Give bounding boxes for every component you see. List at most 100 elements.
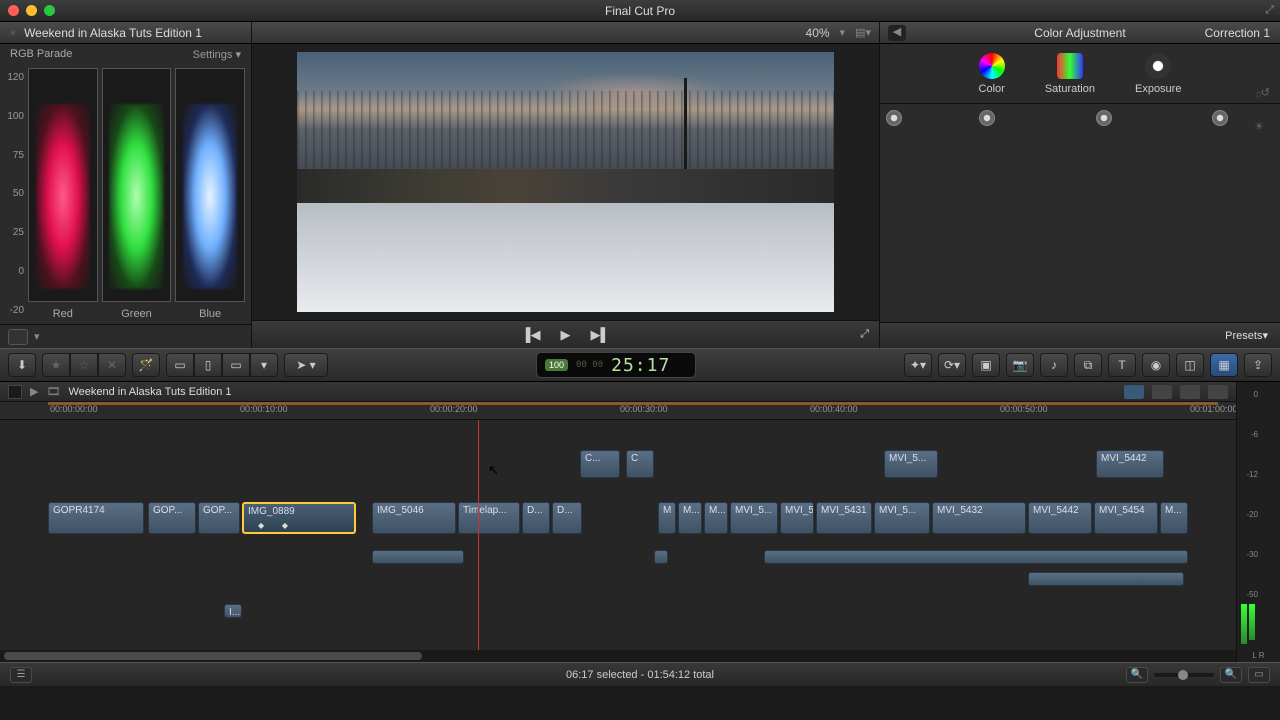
- ruler-mark: 00:00:10:00: [240, 404, 288, 414]
- timeline-history-icon[interactable]: ▶: [30, 385, 38, 398]
- timeline-index-button[interactable]: [8, 385, 22, 399]
- highlights-puck[interactable]: [1212, 110, 1228, 126]
- effects-button[interactable]: ▦: [1210, 353, 1238, 377]
- scope-blue: [175, 68, 245, 302]
- exposure-tab[interactable]: Exposure: [1135, 53, 1181, 95]
- next-edit-button[interactable]: ▶▌: [591, 327, 610, 343]
- reject-button[interactable]: ✕: [98, 353, 126, 377]
- timecode-value: 25:17: [611, 355, 670, 376]
- timeline-clip[interactable]: MVI_5...: [780, 502, 814, 534]
- saturation-tab[interactable]: Saturation: [1045, 53, 1095, 95]
- timeline-clip[interactable]: [372, 550, 464, 564]
- timeline-tracks[interactable]: ↖ C...CMVI_5...MVI_5442GOPR4174GOP...GOP…: [0, 420, 1236, 650]
- library-button[interactable]: ▣: [972, 353, 1000, 377]
- color-tab[interactable]: Color: [979, 53, 1005, 95]
- timeline-clip[interactable]: I...: [224, 604, 242, 618]
- timeline-name: Weekend in Alaska Tuts Edition 1: [68, 386, 231, 398]
- timeline-clip[interactable]: C...: [580, 450, 620, 478]
- themes-button[interactable]: ◫: [1176, 353, 1204, 377]
- snapping-button[interactable]: [1208, 385, 1228, 399]
- favorite-button[interactable]: ☆: [70, 353, 98, 377]
- playhead[interactable]: [478, 420, 479, 650]
- timeline-clip[interactable]: MVI_5442: [1096, 450, 1164, 478]
- fullscreen-button[interactable]: ⤢: [860, 328, 869, 341]
- view-options-icon[interactable]: ▤▾: [855, 26, 871, 39]
- main-toolbar: ⬇ ★ ☆ ✕ 🪄 ▭ ▯ ▭ ▾ ➤ ▾ 100 00 00 25:17 ✦▾…: [0, 348, 1280, 382]
- prev-edit-button[interactable]: ▐◀: [521, 327, 540, 343]
- timeline-clip[interactable]: Timelap...: [458, 502, 520, 534]
- share-button[interactable]: ⇪: [1244, 353, 1272, 377]
- photos-button[interactable]: 📷: [1006, 353, 1034, 377]
- timeline-scrollbar[interactable]: [0, 650, 1236, 662]
- timecode-display[interactable]: 100 00 00 25:17: [536, 352, 696, 378]
- import-button[interactable]: ⬇: [8, 353, 36, 377]
- project-name: Weekend in Alaska Tuts Edition 1: [24, 26, 202, 40]
- overwrite-dropdown[interactable]: ▾: [250, 353, 278, 377]
- scope-y-axis: 12010075 50250 -20: [0, 64, 28, 324]
- timeline-clip[interactable]: [1028, 572, 1184, 586]
- filmstrip-icon: 🎞: [46, 385, 60, 398]
- timeline-clip[interactable]: IMG_0889◆ ◆: [242, 502, 356, 534]
- timeline-clip[interactable]: C: [626, 450, 654, 478]
- timeline-clip[interactable]: GOPR4174: [48, 502, 144, 534]
- skimming-button[interactable]: [1124, 385, 1144, 399]
- transitions-button[interactable]: ⧉: [1074, 353, 1102, 377]
- titles-button[interactable]: T: [1108, 353, 1136, 377]
- connect-button[interactable]: ▭: [166, 353, 194, 377]
- tc-badge: 100: [545, 359, 568, 371]
- insert-button[interactable]: ▯: [194, 353, 222, 377]
- global-puck[interactable]: [886, 110, 902, 126]
- timeline-clip[interactable]: MVI_5442: [1028, 502, 1092, 534]
- zoom-dropdown-icon[interactable]: ▾: [840, 26, 846, 39]
- append-button[interactable]: ▭: [222, 353, 250, 377]
- timeline-clip[interactable]: M...: [704, 502, 728, 534]
- chevron-down-icon[interactable]: ▾: [34, 330, 40, 343]
- timeline-clip[interactable]: MVI_5454: [1094, 502, 1158, 534]
- play-button[interactable]: ▶: [561, 327, 571, 343]
- timeline-clip[interactable]: [764, 550, 1188, 564]
- ruler-mark: 00:00:20:00: [430, 404, 478, 414]
- timeline-clip[interactable]: M...: [678, 502, 702, 534]
- timeline-header: ▶ 🎞 Weekend in Alaska Tuts Edition 1: [0, 382, 1236, 402]
- zoom-slider[interactable]: [1154, 673, 1214, 677]
- midtones-puck[interactable]: [1096, 110, 1112, 126]
- shadows-puck[interactable]: [979, 110, 995, 126]
- auto-enhance-button[interactable]: 🪄: [132, 353, 160, 377]
- scope-settings[interactable]: Settings ▾: [193, 48, 241, 61]
- ruler-mark: 00:00:40:00: [810, 404, 858, 414]
- timeline-clip[interactable]: MVI_5...: [730, 502, 778, 534]
- generators-button[interactable]: ◉: [1142, 353, 1170, 377]
- timeline-clip[interactable]: GOP...: [198, 502, 240, 534]
- project-title-bar: ✶ Weekend in Alaska Tuts Edition 1: [0, 22, 251, 44]
- timeline-clip[interactable]: [654, 550, 668, 564]
- timeline-clip[interactable]: MVI_5...: [884, 450, 938, 478]
- presets-dropdown[interactable]: Presets ▾: [880, 322, 1280, 348]
- timeline-clip[interactable]: D...: [552, 502, 582, 534]
- timeline-clip[interactable]: D...: [522, 502, 550, 534]
- clip-options-button[interactable]: ⟳▾: [938, 353, 966, 377]
- expand-icon[interactable]: ⤢: [1265, 4, 1274, 17]
- timeline-clip[interactable]: M...: [1160, 502, 1188, 534]
- viewer-canvas[interactable]: [252, 44, 879, 320]
- scope-layout-button[interactable]: [8, 329, 28, 345]
- tool-select[interactable]: ➤ ▾: [284, 353, 328, 377]
- timeline-clip[interactable]: MVI_5431: [816, 502, 872, 534]
- timeline-clip[interactable]: MVI_5...: [874, 502, 930, 534]
- transport-controls: ▐◀ ▶ ▶▌ ⤢: [252, 320, 879, 348]
- keyword-button[interactable]: ★: [42, 353, 70, 377]
- correction-label[interactable]: Correction 1: [1205, 26, 1270, 40]
- audio-skimming-button[interactable]: [1152, 385, 1172, 399]
- music-button[interactable]: ♪: [1040, 353, 1068, 377]
- selection-status: 06:17 selected - 01:54:12 total: [0, 669, 1280, 681]
- timeline-clip[interactable]: IMG_5046: [372, 502, 456, 534]
- video-frame: [297, 52, 835, 312]
- timeline-clip[interactable]: MVI_5432: [932, 502, 1026, 534]
- zoom-level[interactable]: 40%: [806, 26, 830, 40]
- exposure-icon: [1145, 53, 1171, 79]
- retime-button[interactable]: ✦▾: [904, 353, 932, 377]
- scope-mode[interactable]: RGB Parade: [10, 48, 72, 60]
- timeline-clip[interactable]: M: [658, 502, 676, 534]
- timeline-clip[interactable]: GOP...: [148, 502, 196, 534]
- timeline-ruler[interactable]: 00:00:00:0000:00:10:0000:00:20:0000:00:3…: [0, 402, 1236, 420]
- solo-button[interactable]: [1180, 385, 1200, 399]
